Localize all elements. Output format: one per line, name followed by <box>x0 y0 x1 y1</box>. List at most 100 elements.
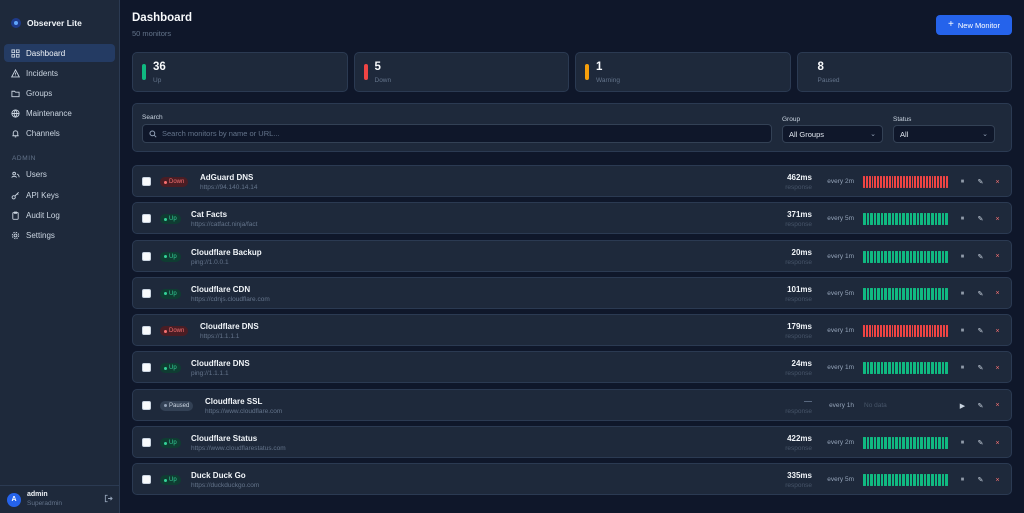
delete-button[interactable]: × <box>993 177 1002 187</box>
sidebar-item-settings[interactable]: Settings <box>4 227 115 245</box>
heartbeat-tick <box>898 437 902 450</box>
sidebar-item-audit-log[interactable]: Audit Log <box>4 206 115 224</box>
edit-button[interactable]: ✎ <box>976 438 985 448</box>
row-checkbox[interactable] <box>142 438 151 448</box>
monitor-name[interactable]: Cloudflare Backup <box>191 248 262 257</box>
heartbeat-tick <box>884 250 888 263</box>
row-checkbox[interactable] <box>142 326 151 336</box>
heartbeat-tick <box>898 362 902 375</box>
stat-card-down[interactable]: 5 Down <box>353 52 569 92</box>
heartbeat-tick <box>895 250 898 263</box>
delete-button[interactable]: × <box>993 401 1002 411</box>
edit-button[interactable]: ✎ <box>976 475 985 485</box>
edit-button[interactable]: ✎ <box>976 363 985 373</box>
sidebar-item-incidents[interactable]: Incidents <box>4 64 115 82</box>
row-checkbox[interactable] <box>142 177 151 186</box>
monitor-row[interactable]: Up Cat Facts https://catfact.ninja/fact 371… <box>132 202 1012 235</box>
response-label: response <box>785 221 812 229</box>
monitor-name[interactable]: Cloudflare CDN <box>191 285 250 294</box>
monitor-name[interactable]: Cloudflare SSL <box>205 397 262 406</box>
status-select[interactable]: All ⌄ <box>893 125 995 143</box>
group-select-value: All Groups <box>789 129 825 139</box>
sidebar-item-dashboard[interactable]: Dashboard <box>4 44 115 62</box>
row-checkbox[interactable] <box>142 475 151 485</box>
heartbeat-tick <box>891 437 895 450</box>
monitor-name[interactable]: Duck Duck Go <box>191 471 246 480</box>
check-interval: every 1m <box>827 252 854 260</box>
stat-card-paused[interactable]: 8 Paused <box>796 52 1012 92</box>
heartbeat-tick <box>909 213 913 226</box>
pause-button[interactable]: ⏸ <box>958 475 967 485</box>
monitor-row[interactable]: Down Cloudflare DNS https://1.1.1.1 179ms re… <box>132 314 1012 347</box>
delete-button[interactable]: × <box>993 289 1002 299</box>
heartbeat-tick <box>930 213 934 226</box>
close-icon: × <box>995 402 1000 410</box>
heartbeat-tick <box>900 325 903 338</box>
heartbeat-tick <box>931 176 934 188</box>
brand[interactable]: Observer Lite <box>0 0 119 34</box>
pause-button[interactable]: ⏸ <box>958 326 967 336</box>
response-time: 335ms <box>787 471 812 481</box>
heartbeat-tick <box>923 325 925 338</box>
monitor-name[interactable]: Cloudflare DNS <box>200 322 259 331</box>
search-input[interactable] <box>162 129 762 138</box>
status-select-value: All <box>900 129 909 139</box>
row-checkbox[interactable] <box>142 363 151 373</box>
monitor-row[interactable]: Up Duck Duck Go https://duckduckgo.com 335m… <box>132 463 1012 496</box>
sidebar-item-maintenance[interactable]: Maintenance <box>4 105 115 123</box>
group-select[interactable]: All Groups ⌄ <box>782 125 883 143</box>
pause-button[interactable]: ⏸ <box>958 214 967 224</box>
edit-button[interactable]: ✎ <box>976 326 985 336</box>
sidebar-item-api-keys[interactable]: API Keys <box>4 186 115 204</box>
pause-button[interactable]: ⏸ <box>958 289 967 299</box>
stat-indicator <box>585 64 589 80</box>
monitor-row[interactable]: Up Cloudflare CDN https://cdnjs.cloudflare… <box>132 276 1012 309</box>
monitor-row[interactable]: Down AdGuard DNS https://94.140.14.14 462ms… <box>132 165 1012 197</box>
sidebar-item-label: Incidents <box>26 68 59 78</box>
delete-button[interactable]: × <box>993 252 1002 262</box>
monitor-name[interactable]: Cloudflare DNS <box>191 359 250 368</box>
row-checkbox[interactable] <box>142 400 151 410</box>
edit-button[interactable]: ✎ <box>976 214 985 224</box>
stat-card-warning[interactable]: 1 Warning <box>575 52 791 92</box>
edit-button[interactable]: ✎ <box>976 177 985 187</box>
avatar[interactable]: A <box>7 492 21 507</box>
monitor-row[interactable]: Up Cloudflare DNS ping://1.1.1.1 24ms respon… <box>132 351 1012 384</box>
sidebar-item-users[interactable]: Users <box>4 166 115 184</box>
sidebar-item-channels[interactable]: Channels <box>4 125 115 143</box>
monitor-name[interactable]: Cat Facts <box>191 210 227 219</box>
sidebar-item-groups[interactable]: Groups <box>4 84 115 102</box>
row-checkbox[interactable] <box>142 251 151 261</box>
heartbeat-tick <box>902 362 905 375</box>
response-label: response <box>785 295 812 303</box>
heartbeat-tick <box>902 250 905 263</box>
monitor-row[interactable]: Up Cloudflare Status https://www.cloudflar… <box>132 426 1012 459</box>
row-checkbox[interactable] <box>142 288 151 298</box>
monitor-row[interactable]: Paused Cloudflare SSL https://www.cloudfla… <box>132 388 1012 421</box>
pause-button[interactable]: ⏸ <box>958 363 967 373</box>
heartbeat-tick <box>873 362 877 375</box>
heartbeat-tick <box>880 250 884 263</box>
monitor-name[interactable]: Cloudflare Status <box>191 434 257 443</box>
monitor-row[interactable]: Up Cloudflare Backup ping://1.0.0.1 20ms res… <box>132 239 1012 272</box>
delete-button[interactable]: × <box>993 363 1002 373</box>
heartbeat-tick <box>870 250 873 263</box>
edit-button[interactable]: ✎ <box>976 401 985 411</box>
pause-button[interactable]: ⏸ <box>958 438 967 448</box>
pause-button[interactable]: ⏸ <box>958 177 967 187</box>
monitor-name[interactable]: AdGuard DNS <box>200 173 253 182</box>
edit-button[interactable]: ✎ <box>976 252 985 262</box>
pencil-icon: ✎ <box>977 216 984 224</box>
stat-card-up[interactable]: 36 Up <box>132 52 348 92</box>
row-checkbox[interactable] <box>142 214 151 224</box>
delete-button[interactable]: × <box>993 475 1002 485</box>
pause-button[interactable]: ⏸ <box>958 252 967 262</box>
logout-button[interactable] <box>104 494 113 505</box>
delete-button[interactable]: × <box>993 438 1002 448</box>
delete-button[interactable]: × <box>993 214 1002 224</box>
warning-icon <box>11 68 20 78</box>
new-monitor-button[interactable]: + New Monitor <box>936 15 1012 35</box>
resume-button[interactable]: ▶ <box>958 401 967 411</box>
delete-button[interactable]: × <box>993 326 1002 336</box>
edit-button[interactable]: ✎ <box>976 289 985 299</box>
